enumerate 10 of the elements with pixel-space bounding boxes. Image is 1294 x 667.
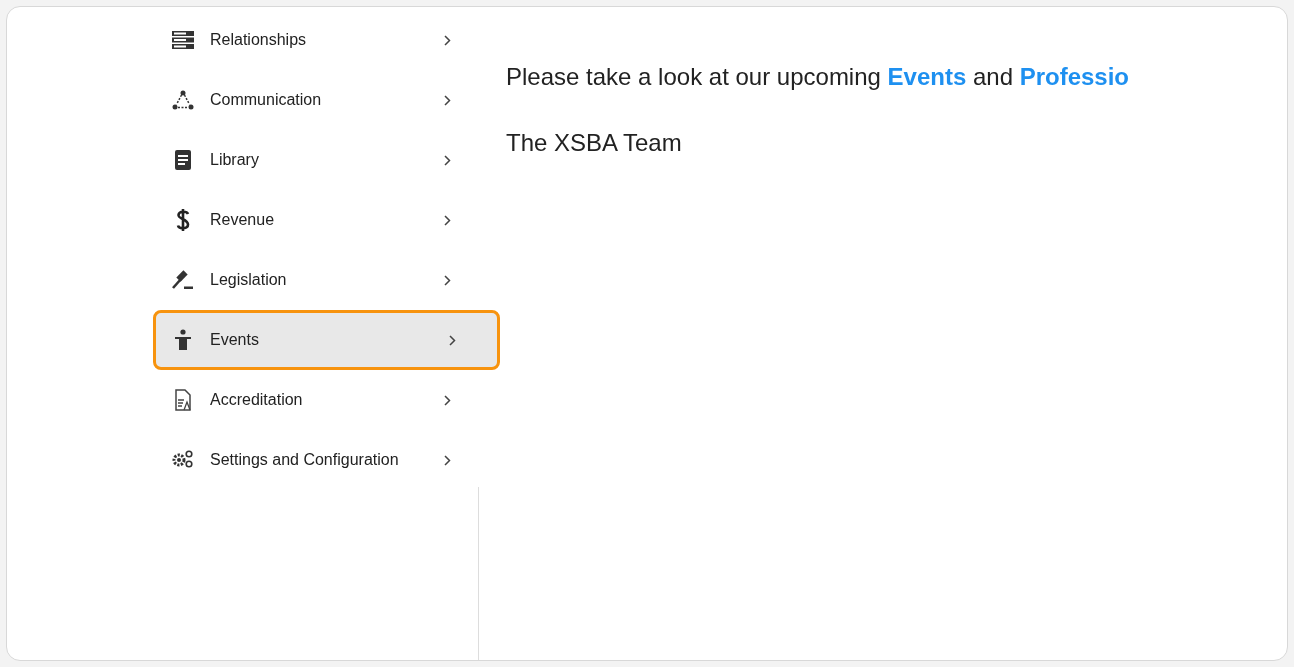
sidebar-item[interactable]: Library [148, 130, 479, 190]
sidebar-item[interactable]: Revenue [148, 190, 479, 250]
sidebar-item[interactable]: Accreditation [148, 370, 479, 430]
sidebar-item[interactable]: Events [153, 310, 500, 370]
message-text: Please take a look at our upcoming Events and Professio [506, 63, 1130, 91]
sidebar-item[interactable]: Legislation [148, 250, 479, 310]
sidebar-item[interactable]: Settings and Configuration [148, 430, 479, 490]
sidebar-item[interactable]: Relationships [148, 10, 479, 70]
sidebar-item[interactable]: Communication [148, 70, 479, 130]
signature-text: The XSBA Team [506, 129, 683, 157]
